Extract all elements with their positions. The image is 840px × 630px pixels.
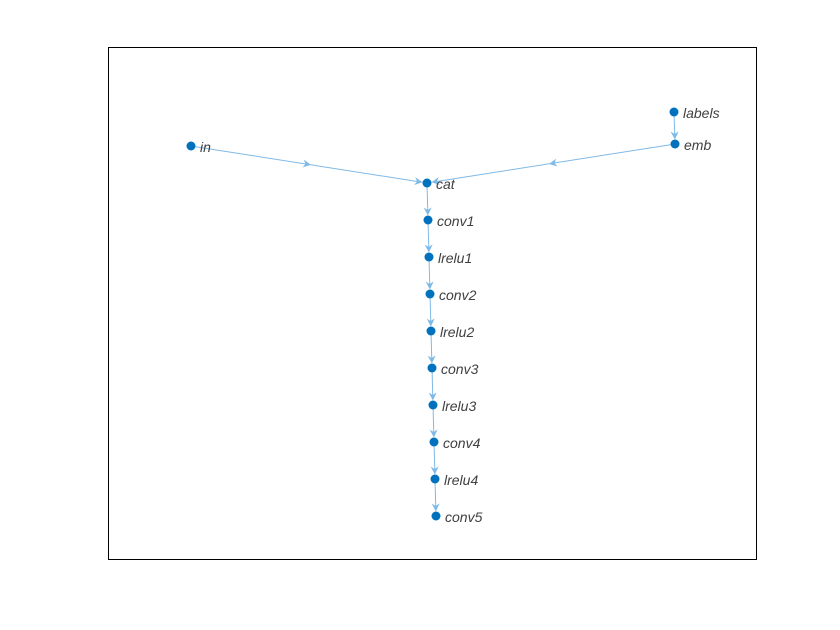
edge-labels-emb (674, 116, 675, 137)
node-label-lrelu4: lrelu4 (444, 472, 478, 488)
edge-conv2-lrelu2 (430, 298, 431, 324)
edge-lrelu4-conv5 (435, 483, 436, 509)
node-label-conv1: conv1 (437, 213, 474, 229)
node-lrelu4 (431, 475, 440, 484)
node-conv2 (426, 290, 435, 299)
node-label-lrelu3: lrelu3 (442, 398, 476, 414)
node-conv1 (424, 216, 433, 225)
node-in (187, 142, 196, 151)
node-label-in: in (200, 139, 211, 155)
edge-cat-conv1 (427, 187, 428, 213)
edge-conv1-lrelu1 (428, 224, 429, 250)
diagram-canvas: in labels emb cat conv1 lrelu1 conv2 lrelu2 conv… (108, 47, 757, 560)
node-label-lrelu2: lrelu2 (440, 324, 474, 340)
node-emb (671, 140, 680, 149)
node-label-labels: labels (683, 105, 720, 121)
node-label-lrelu1: lrelu1 (438, 250, 472, 266)
node-conv4 (430, 438, 439, 447)
nodes-layer (187, 108, 680, 521)
node-lrelu2 (427, 327, 436, 336)
node-label-conv4: conv4 (443, 435, 480, 451)
edge-conv4-lrelu4 (434, 446, 435, 472)
node-cat (423, 179, 432, 188)
edge-in-cat (195, 147, 420, 182)
node-lrelu3 (429, 401, 438, 410)
edge-lrelu3-conv4 (433, 409, 434, 435)
node-labels (670, 108, 679, 117)
node-lrelu1 (425, 253, 434, 262)
node-label-emb: emb (684, 137, 711, 153)
edge-lrelu1-conv2 (429, 261, 430, 287)
edge-lrelu2-conv3 (431, 335, 432, 361)
edge-emb-cat (433, 145, 670, 182)
node-label-conv2: conv2 (439, 287, 476, 303)
node-label-cat: cat (436, 176, 455, 192)
node-label-conv5: conv5 (445, 509, 482, 525)
edge-conv3-lrelu3 (432, 372, 433, 398)
node-conv5 (432, 512, 441, 521)
node-conv3 (428, 364, 437, 373)
network-diagram (109, 48, 758, 561)
node-label-conv3: conv3 (441, 361, 478, 377)
